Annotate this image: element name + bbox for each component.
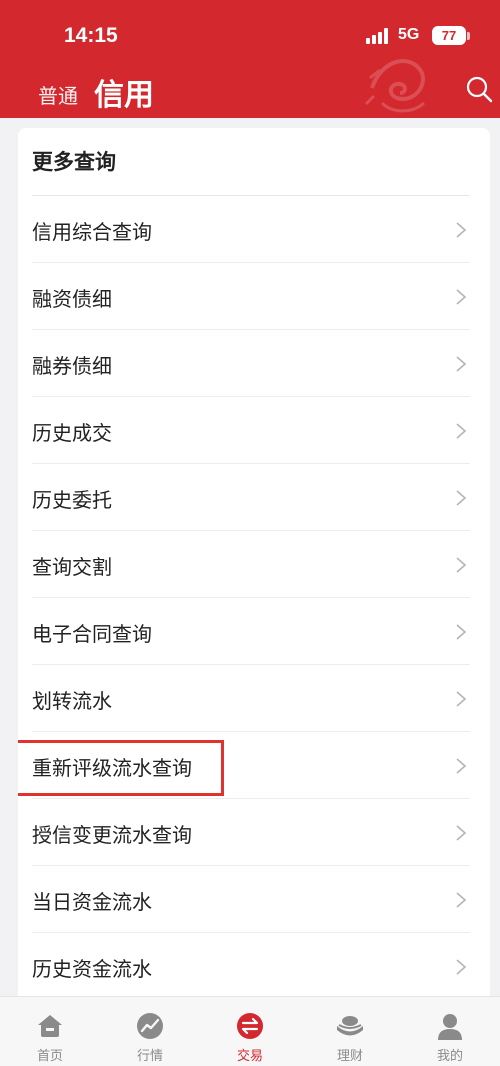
chevron-right-icon [456, 289, 467, 305]
chevron-right-icon [456, 825, 467, 841]
menu-item-rerating-flow[interactable]: 重新评级流水查询 [18, 732, 490, 799]
chevron-right-icon [456, 490, 467, 506]
nav-label: 首页 [36, 1049, 63, 1064]
chevron-right-icon [456, 557, 467, 573]
nav-home[interactable]: 首页 [0, 997, 100, 1066]
menu-item-label: 信用综合查询 [32, 220, 152, 244]
menu-item-label: 授信变更流水查询 [32, 823, 192, 847]
menu-item-credit-change-flow[interactable]: 授信变更流水查询 [18, 799, 490, 866]
wealth-icon [337, 1016, 363, 1036]
nav-label: 行情 [136, 1049, 163, 1064]
menu-item-today-fund-flow[interactable]: 当日资金流水 [18, 866, 490, 933]
menu-item-label: 历史成交 [32, 421, 112, 445]
nav-label: 我的 [436, 1049, 463, 1064]
nav-label: 理财 [336, 1049, 363, 1064]
trade-icon [237, 1013, 263, 1039]
nav-market[interactable]: 行情 [100, 997, 200, 1066]
home-icon [38, 1015, 62, 1037]
chevron-right-icon [456, 691, 467, 707]
menu-item-label: 历史资金流水 [32, 957, 152, 981]
menu-item-credit-overview[interactable]: 信用综合查询 [18, 196, 490, 263]
menu-item-history-orders[interactable]: 历史委托 [18, 464, 490, 531]
chevron-right-icon [456, 959, 467, 975]
menu-item-margin-debt[interactable]: 融资债细 [18, 263, 490, 330]
tab-credit[interactable]: 信用 [94, 70, 154, 114]
nav-label: 交易 [236, 1049, 263, 1064]
nav-profile[interactable]: 我的 [400, 997, 500, 1066]
chevron-right-icon [456, 624, 467, 640]
menu-item-label: 重新评级流水查询 [32, 756, 192, 780]
menu-item-label: 融券债细 [32, 354, 112, 378]
menu-item-short-debt[interactable]: 融券债细 [18, 330, 490, 397]
profile-icon [438, 1014, 462, 1040]
app-header: 14:15 5G 77 普通 信用 [0, 0, 500, 118]
battery-icon: 77 [432, 26, 470, 45]
menu-item-history-trades[interactable]: 历史成交 [18, 397, 490, 464]
menu-item-label: 当日资金流水 [32, 890, 152, 914]
tab-normal[interactable]: 普通 [38, 80, 78, 109]
dragon-logo-icon [364, 59, 426, 113]
section-title: 更多查询 [32, 150, 116, 174]
menu-item-label: 划转流水 [32, 689, 112, 713]
menu-item-history-fund-flow[interactable]: 历史资金流水 [18, 933, 490, 996]
market-icon [137, 1013, 163, 1039]
menu-item-label: 查询交割 [32, 555, 112, 579]
more-query-card: 更多查询 信用综合查询 融资债细 融券债细 历史成交 历史委托 查询交割 电子合… [18, 128, 490, 996]
menu-item-label: 历史委托 [32, 488, 112, 512]
chevron-right-icon [456, 356, 467, 372]
bottom-nav: 首页 行情 交易 理财 我的 [0, 996, 500, 1066]
menu-item-transfer-flow[interactable]: 划转流水 [18, 665, 490, 732]
network-type: 5G [398, 26, 420, 43]
menu-item-e-contract[interactable]: 电子合同查询 [18, 598, 490, 665]
nav-trade[interactable]: 交易 [200, 997, 300, 1066]
status-time: 14:15 [64, 24, 118, 47]
menu-item-label: 融资债细 [32, 287, 112, 311]
menu-item-label: 电子合同查询 [32, 622, 152, 646]
chevron-right-icon [456, 758, 467, 774]
nav-wealth[interactable]: 理财 [300, 997, 400, 1066]
chevron-right-icon [456, 222, 467, 238]
search-icon[interactable] [464, 74, 494, 104]
chevron-right-icon [456, 423, 467, 439]
menu-item-settlement[interactable]: 查询交割 [18, 531, 490, 598]
chevron-right-icon [456, 892, 467, 908]
signal-icon [366, 28, 390, 44]
